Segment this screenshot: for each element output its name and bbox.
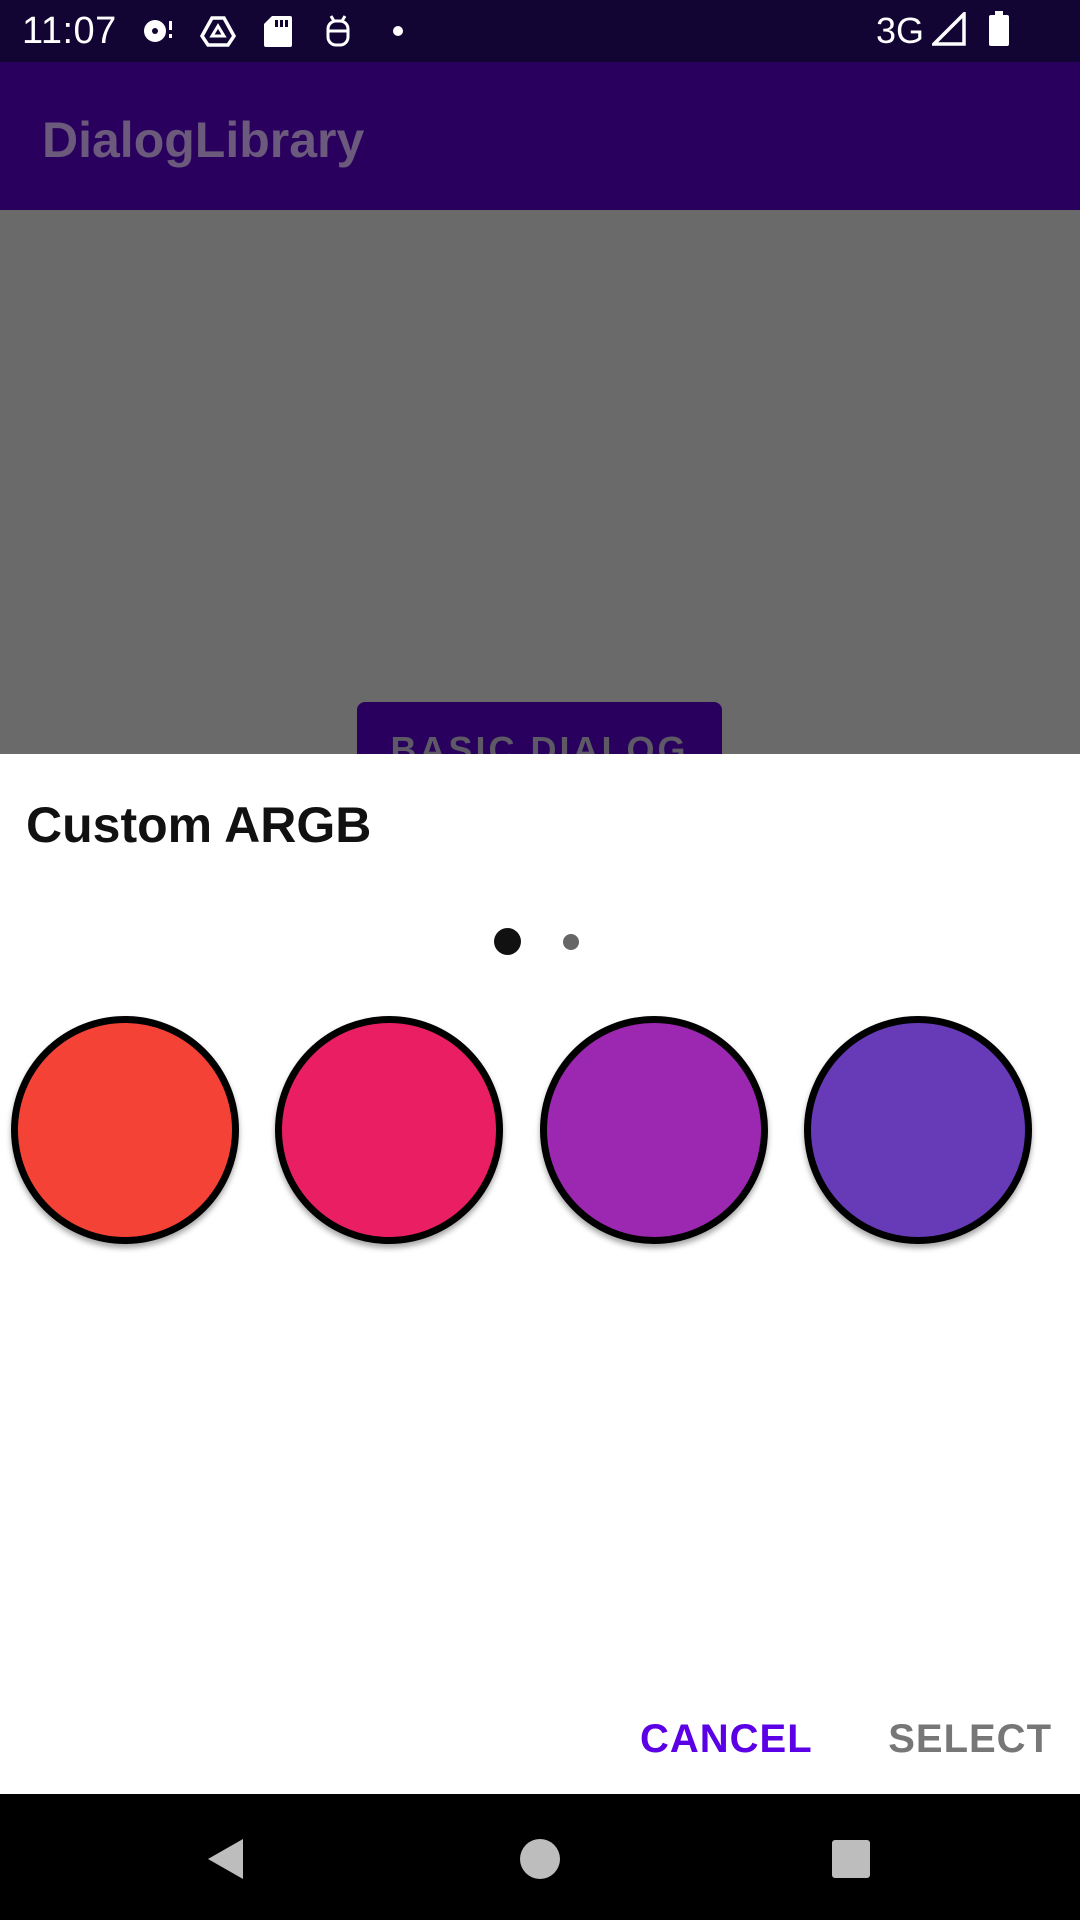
basic-dialog-button[interactable]: BASIC DIALOG	[357, 702, 722, 754]
home-icon[interactable]	[515, 1834, 565, 1884]
color-swatch-red[interactable]	[11, 1016, 239, 1244]
recents-icon[interactable]	[826, 1834, 876, 1884]
color-swatch-purple[interactable]	[540, 1016, 768, 1244]
dot-icon	[380, 13, 416, 49]
status-bar: 11:07 3G	[0, 0, 1080, 62]
sd-card-icon	[260, 13, 296, 49]
page-dot-inactive[interactable]	[563, 934, 579, 950]
dialog-actions: CANCEL SELECT	[0, 1704, 1080, 1774]
media-icon	[140, 13, 176, 49]
app-bar: DialogLibrary	[0, 62, 1080, 210]
network-type: 3G	[875, 10, 924, 51]
back-icon[interactable]	[201, 1834, 251, 1884]
battery-icon	[988, 10, 1010, 52]
background-content: BASIC DIALOG	[0, 210, 1080, 754]
color-swatch-deep-purple[interactable]	[804, 1016, 1032, 1244]
cancel-button[interactable]: CANCEL	[640, 1704, 813, 1774]
app-title: DialogLibrary	[42, 112, 365, 168]
signal-icon	[929, 9, 966, 51]
debug-icon	[320, 13, 356, 49]
page-dot-active[interactable]	[494, 928, 521, 955]
status-right: 3G	[875, 9, 1010, 52]
page-indicator	[0, 926, 1080, 956]
screen: 11:07 3G DialogLibrary BASIC DIALOG Cust…	[0, 0, 1080, 1920]
select-button[interactable]: SELECT	[888, 1704, 1052, 1774]
status-time: 11:07	[22, 10, 117, 52]
drive-icon	[200, 13, 236, 49]
color-picker-dialog: Custom ARGB CANCEL SELECT	[0, 754, 1080, 1794]
color-swatch-pink[interactable]	[275, 1016, 503, 1244]
navigation-bar	[0, 1794, 1080, 1920]
status-icons-left	[140, 13, 416, 49]
dialog-title: Custom ARGB	[26, 797, 372, 853]
